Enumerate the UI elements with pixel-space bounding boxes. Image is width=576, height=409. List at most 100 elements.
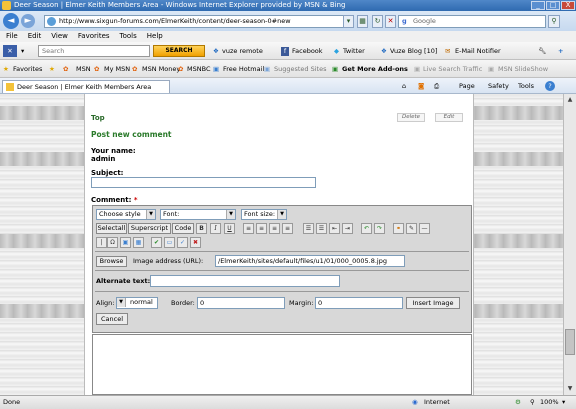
toolbar-logo-icon[interactable]: ✕	[3, 45, 17, 57]
close-button[interactable]: X	[561, 1, 575, 10]
align-right-icon[interactable]: ≡	[269, 223, 280, 234]
superscript-button[interactable]: Superscript	[128, 223, 171, 234]
tab-tools-menu[interactable]: Tools	[518, 80, 534, 92]
preview-icon[interactable]: ▭	[164, 237, 175, 248]
menu-tools[interactable]: Tools	[120, 31, 137, 42]
comment-textarea[interactable]	[92, 334, 472, 395]
image-icon[interactable]: ▣	[120, 237, 131, 248]
browse-button[interactable]: Browse	[96, 256, 127, 267]
search-box[interactable]: g Google	[398, 15, 546, 28]
menu-favorites[interactable]: Favorites	[78, 31, 110, 42]
protected-mode-icon[interactable]: ⚙	[515, 396, 521, 409]
toolbar-search-input[interactable]: Search	[38, 45, 150, 57]
toolbar-item-twitter[interactable]: Twitter	[343, 45, 365, 57]
toolbar-item-email-notifier[interactable]: E-Mail Notifier	[455, 45, 501, 57]
scroll-up-icon[interactable]: ▲	[565, 95, 575, 105]
zoom-dropdown-icon[interactable]: ▾	[562, 396, 565, 409]
redo-icon[interactable]: ↷	[374, 223, 385, 234]
image-address-input[interactable]: /ElmerKeith/sites/default/files/u1/01/00…	[215, 255, 405, 267]
link-icon[interactable]: ⚭	[393, 223, 404, 234]
back-button[interactable]: ◄	[3, 13, 19, 29]
favorites-label[interactable]: Favorites	[13, 63, 42, 75]
name-label: Your name:	[91, 147, 136, 155]
feeds-icon[interactable]: ◙	[418, 80, 424, 92]
fav-msn-slideshow[interactable]: MSN SlideShow	[498, 63, 548, 75]
toolbar-item-vuze-remote[interactable]: vuze remote	[222, 45, 263, 57]
toolbar-dropdown-icon[interactable]: ▾	[21, 45, 24, 57]
fav-msnbc[interactable]: MSNBC	[187, 63, 210, 75]
tab-page-menu[interactable]: Page	[459, 80, 475, 92]
scroll-down-icon[interactable]: ▼	[565, 384, 575, 394]
address-input[interactable]: http://www.sixgun-forums.com/ElmerKeith/…	[44, 15, 354, 28]
add-favorite-icon[interactable]: ★	[49, 63, 55, 75]
fav-get-more-add-ons[interactable]: Get More Add-ons	[342, 63, 408, 75]
zoom-level[interactable]: 100%	[540, 396, 559, 409]
underline-button[interactable]: U	[224, 223, 235, 234]
fav-live-search-traffic[interactable]: Live Search Traffic	[423, 63, 482, 75]
stop-icon[interactable]: ✕	[385, 15, 396, 28]
font-select[interactable]: Font: ▼	[160, 209, 236, 220]
minimize-button[interactable]: _	[531, 1, 545, 10]
menu-file[interactable]: File	[6, 31, 18, 42]
fav-free-hotmail[interactable]: Free Hotmail	[223, 63, 264, 75]
vertical-scrollbar[interactable]: ▲ ▼	[563, 94, 576, 395]
wrench-icon[interactable]: 🔧︎	[538, 45, 546, 57]
menu-help[interactable]: Help	[147, 31, 163, 42]
search-magnifier-icon[interactable]: ⚲	[548, 15, 560, 28]
top-link[interactable]: Top	[91, 114, 105, 122]
scrollbar-thumb[interactable]	[565, 329, 575, 355]
check-icon[interactable]: ✔	[151, 237, 162, 248]
print-icon[interactable]: ⎙	[434, 80, 439, 92]
address-dropdown-icon[interactable]: ▾	[343, 15, 354, 28]
subject-input[interactable]	[91, 177, 316, 188]
edit-link[interactable]: Edit	[435, 113, 463, 122]
window-controls: _ □ X	[531, 1, 575, 10]
align-center-icon[interactable]: ≡	[256, 223, 267, 234]
menu-edit[interactable]: Edit	[28, 31, 42, 42]
help-icon[interactable]: ?	[545, 81, 555, 91]
refresh-icon[interactable]: ↻	[372, 15, 383, 28]
toolbar-search-button[interactable]: SEARCH	[153, 45, 205, 57]
ordered-list-icon[interactable]: ☰	[303, 223, 314, 234]
special-chars-icon[interactable]: Ω	[107, 237, 118, 248]
fav-msn[interactable]: MSN	[76, 63, 91, 75]
tab-deer-season[interactable]: Deer Season | Elmer Keith Members Area	[2, 80, 170, 93]
outdent-icon[interactable]: ⇤	[329, 223, 340, 234]
font-size-select[interactable]: Font size: ▼	[241, 209, 287, 220]
maximize-button[interactable]: □	[546, 1, 560, 10]
italic-button[interactable]: I	[210, 223, 221, 234]
remove-format-icon[interactable]: ✖	[190, 237, 201, 248]
justify-icon[interactable]: ≡	[282, 223, 293, 234]
add-icon[interactable]: +	[558, 45, 563, 57]
forward-button[interactable]: ►	[21, 14, 35, 28]
home-icon[interactable]: ⌂	[402, 80, 406, 92]
fav-my-msn[interactable]: My MSN	[104, 63, 130, 75]
toolbar-item-vuze-blog[interactable]: Vuze Blog [10]	[390, 45, 437, 57]
compatibility-view-icon[interactable]: ▦	[357, 15, 368, 28]
align-select[interactable]: ▼ normal	[116, 297, 158, 309]
cancel-button[interactable]: Cancel	[96, 313, 128, 325]
code-button[interactable]: Code	[172, 223, 194, 234]
delete-link[interactable]: Delete	[397, 113, 425, 122]
tab-safety-menu[interactable]: Safety	[488, 80, 509, 92]
chevron-down-icon: ▼	[226, 210, 235, 219]
unlink-icon[interactable]: ✎	[406, 223, 417, 234]
selectall-button[interactable]: Selectall	[96, 223, 127, 234]
style-select[interactable]: Choose style ▼	[96, 209, 156, 220]
indent-icon[interactable]: ⇥	[342, 223, 353, 234]
bold-button[interactable]: B	[196, 223, 207, 234]
fav-suggested-sites[interactable]: Suggested Sites	[274, 63, 327, 75]
border-input[interactable]: 0	[197, 297, 285, 309]
insert-image-button[interactable]: Insert Image	[406, 297, 460, 309]
fav-msn-money[interactable]: MSN Money	[142, 63, 180, 75]
spellcheck-icon[interactable]: ✓	[177, 237, 188, 248]
align-left-icon[interactable]: ≡	[243, 223, 254, 234]
table-icon[interactable]: ▦	[133, 237, 144, 248]
menu-view[interactable]: View	[51, 31, 68, 42]
undo-icon[interactable]: ↶	[361, 223, 372, 234]
toolbar-item-facebook[interactable]: Facebook	[292, 45, 323, 57]
margin-input[interactable]: 0	[315, 297, 403, 309]
unordered-list-icon[interactable]: ☰	[316, 223, 327, 234]
alt-text-input[interactable]	[150, 275, 340, 287]
horizontal-rule-icon[interactable]: —	[419, 223, 430, 234]
